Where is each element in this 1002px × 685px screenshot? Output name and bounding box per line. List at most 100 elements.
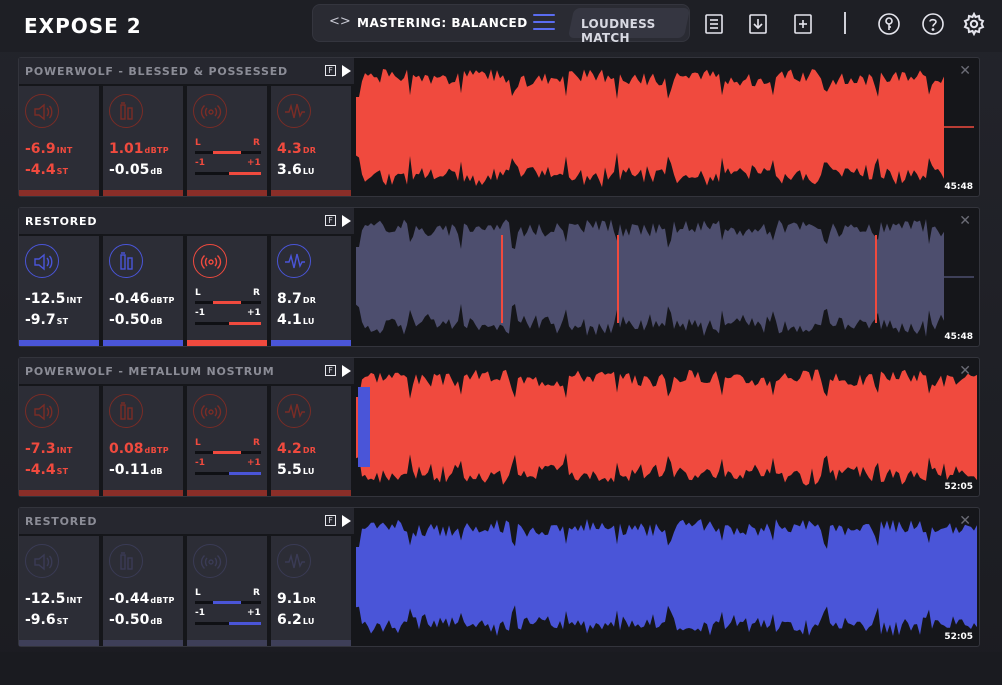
loudness-range-unit: LU — [302, 317, 315, 326]
meter-bar — [103, 190, 183, 196]
top-toolbar: EXPOSE 2 <> MASTERING: BALANCED LOUDNESS… — [0, 0, 1002, 52]
meter-bar — [19, 340, 99, 346]
true-peak-unit: dBTP — [144, 446, 169, 455]
format-badge[interactable]: F — [325, 365, 336, 376]
wave-icon — [277, 544, 311, 578]
track-header: POWERWOLF - BLESSED & POSSESSED F — [19, 58, 354, 84]
left-channel-label: L — [195, 138, 201, 148]
correlation-meter — [195, 322, 261, 325]
true-peak-unit: dBTP — [150, 596, 175, 605]
list-icon[interactable] — [702, 12, 726, 36]
correlation-min-label: -1 — [195, 158, 205, 168]
left-channel-label: L — [195, 288, 201, 298]
close-icon[interactable]: ✕ — [959, 363, 971, 379]
waveform-display[interactable]: ✕ 52:05 — [356, 359, 979, 495]
play-button[interactable] — [342, 365, 351, 377]
correlation-min-label: -1 — [195, 308, 205, 318]
correlation-max-label: +1 — [247, 158, 261, 168]
integrated-loudness-value: -12.5 — [25, 591, 66, 607]
play-button[interactable] — [342, 65, 351, 77]
waveform-display[interactable]: ✕ 45:48 — [356, 59, 979, 195]
true-peak-value: -0.46 — [109, 291, 150, 307]
meter-bar — [187, 190, 267, 196]
stereo-icon — [193, 544, 227, 578]
correlation-meter — [195, 622, 261, 625]
meter-cell: 8.7DR 4.1LU — [271, 236, 351, 346]
gain-unit: dB — [150, 167, 163, 176]
track-duration: 52:05 — [944, 482, 973, 492]
format-badge[interactable]: F — [325, 65, 336, 76]
meter-cell: -6.9INT -4.4ST — [19, 86, 99, 196]
correlation-max-label: +1 — [247, 458, 261, 468]
track-panel[interactable]: POWERWOLF - METALLUM NOSTRUM F -7.3INT -… — [18, 357, 980, 497]
loudness-range-unit: LU — [302, 467, 315, 476]
key-icon[interactable] — [877, 12, 901, 36]
loudness-match-label[interactable]: LOUDNESS MATCH — [581, 17, 689, 45]
preset-selector[interactable]: <> MASTERING: BALANCED LOUDNESS MATCH — [312, 4, 691, 45]
left-channel-label: L — [195, 588, 201, 598]
add-icon[interactable] — [791, 12, 815, 36]
waveform-display[interactable]: ✕ 45:48 — [356, 209, 979, 345]
dynamic-range-unit: DR — [302, 446, 317, 455]
track-header: POWERWOLF - METALLUM NOSTRUM F — [19, 358, 354, 384]
track-duration: 52:05 — [944, 632, 973, 642]
stereo-icon — [193, 94, 227, 128]
meter-bar — [187, 640, 267, 646]
right-channel-label: R — [253, 588, 260, 598]
close-icon[interactable]: ✕ — [959, 513, 971, 529]
short-term-value: -9.6 — [25, 612, 56, 628]
help-icon[interactable] — [921, 12, 945, 36]
waveform-display[interactable]: ✕ 52:05 — [356, 509, 979, 645]
preset-arrows-icon[interactable]: <> — [329, 14, 351, 29]
true-peak-value: -0.44 — [109, 591, 150, 607]
meter-bar — [19, 190, 99, 196]
expose-app: EXPOSE 2 <> MASTERING: BALANCED LOUDNESS… — [0, 0, 1002, 685]
wave-icon — [277, 94, 311, 128]
meter-cell: -7.3INT -4.4ST — [19, 386, 99, 496]
wave-icon — [277, 244, 311, 278]
play-button[interactable] — [342, 215, 351, 227]
short-term-unit: ST — [56, 167, 69, 176]
dynamic-range-unit: DR — [302, 296, 317, 305]
format-badge[interactable]: F — [325, 515, 336, 526]
import-icon[interactable] — [746, 12, 770, 36]
stereo-width-meter — [195, 451, 261, 454]
right-channel-label: R — [253, 288, 260, 298]
gain-unit: dB — [150, 317, 163, 326]
meter-bar — [103, 640, 183, 646]
menu-icon[interactable] — [533, 14, 555, 32]
track-duration: 45:48 — [944, 332, 973, 342]
track-panel[interactable]: POWERWOLF - BLESSED & POSSESSED F -6.9IN… — [18, 57, 980, 197]
right-channel-label: R — [253, 138, 260, 148]
short-term-unit: ST — [56, 467, 69, 476]
meter-cell: -0.44dBTP -0.50dB — [103, 536, 183, 646]
close-icon[interactable]: ✕ — [959, 63, 971, 79]
track-panel[interactable]: RESTORED F -12.5INT -9.7ST -0.46dBTP -0.… — [18, 207, 980, 347]
meter-cell: L R -1 +1 — [187, 236, 267, 346]
loudness-range-value: 3.6 — [277, 162, 302, 178]
correlation-meter — [195, 472, 261, 475]
close-icon[interactable]: ✕ — [959, 213, 971, 229]
meter-bar — [103, 340, 183, 346]
stereo-icon — [193, 244, 227, 278]
speaker-icon — [25, 94, 59, 128]
loudness-range-unit: LU — [302, 167, 315, 176]
play-button[interactable] — [342, 515, 351, 527]
meter-bar — [187, 340, 267, 346]
gain-unit: dB — [150, 617, 163, 626]
true-peak-unit: dBTP — [150, 296, 175, 305]
meter-bar — [271, 190, 351, 196]
format-badge[interactable]: F — [325, 215, 336, 226]
meter-cell: 0.08dBTP -0.11dB — [103, 386, 183, 496]
track-panel[interactable]: RESTORED F -12.5INT -9.6ST -0.44dBTP -0.… — [18, 507, 980, 647]
correlation-min-label: -1 — [195, 608, 205, 618]
meter-bar — [187, 490, 267, 496]
stereo-width-meter — [195, 601, 261, 604]
gain-value: -0.50 — [109, 612, 150, 628]
loudness-range-value: 6.2 — [277, 612, 302, 628]
preset-label[interactable]: MASTERING: BALANCED — [357, 16, 528, 30]
short-term-unit: ST — [56, 617, 69, 626]
meter-cell: L R -1 +1 — [187, 536, 267, 646]
settings-icon[interactable] — [962, 12, 986, 36]
tp-icon — [109, 94, 143, 128]
